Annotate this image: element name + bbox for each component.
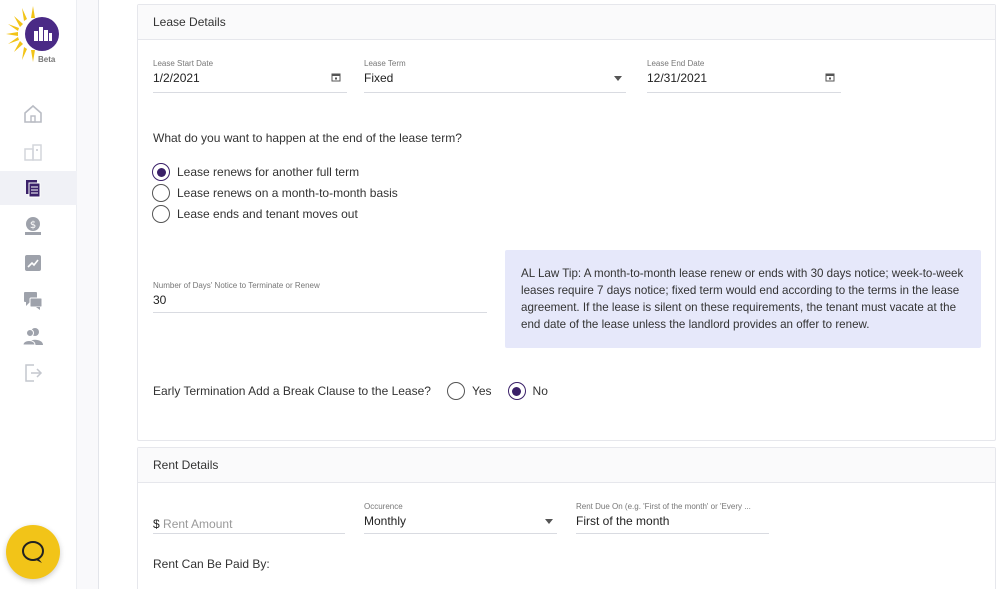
currency-symbol: $ xyxy=(153,517,160,531)
radio-option-month-to-month[interactable]: Lease renews on a month-to-month basis xyxy=(152,184,398,202)
logout-icon xyxy=(25,364,43,382)
sidebar-item-reports[interactable] xyxy=(0,246,77,280)
radio-label: Lease renews for another full term xyxy=(177,165,360,179)
rent-amount-field: $ Rent Amount xyxy=(153,517,232,531)
sidebar: Beta $ xyxy=(0,0,77,589)
radio-button[interactable] xyxy=(507,382,526,400)
radio-option-ends[interactable]: Lease ends and tenant moves out xyxy=(152,205,358,223)
home-icon xyxy=(24,104,42,123)
reports-icon xyxy=(25,255,41,271)
lease-details-title: Lease Details xyxy=(138,5,995,40)
svg-text:$: $ xyxy=(30,220,36,231)
lease-term-label: Lease Term xyxy=(364,59,406,68)
lease-end-date-value: 12/31/2021 xyxy=(647,71,708,85)
radio-label: Lease ends and tenant moves out xyxy=(177,207,358,221)
lease-start-date-field[interactable]: Lease Start Date 1/2/2021 xyxy=(153,59,347,93)
lease-details-card: Lease Details Lease Start Date 1/2/2021 … xyxy=(137,4,996,441)
end-of-term-question: What do you want to happen at the end of… xyxy=(153,131,462,145)
occurrence-select[interactable]: Occurence Monthly xyxy=(364,502,557,534)
chat-icon xyxy=(22,541,44,563)
radio-button[interactable] xyxy=(152,184,170,202)
lease-end-date-label: Lease End Date xyxy=(647,59,705,68)
documents-icon xyxy=(26,180,41,198)
sidebar-gutter xyxy=(77,0,99,589)
law-tip-box: AL Law Tip: A month-to-month lease renew… xyxy=(505,250,981,348)
payments-icon: $ xyxy=(25,217,41,235)
lease-end-date-field[interactable]: Lease End Date 12/31/2021 xyxy=(647,59,841,93)
rent-due-input[interactable]: Rent Due On (e.g. 'First of the month' o… xyxy=(576,502,769,534)
tenants-icon xyxy=(22,328,43,346)
lease-term-value: Fixed xyxy=(364,71,394,85)
lease-term-select[interactable]: Lease Term Fixed xyxy=(364,59,626,93)
sidebar-item-home[interactable] xyxy=(0,97,77,131)
notice-days-value: 30 xyxy=(153,293,167,307)
beta-badge: Beta xyxy=(38,55,56,64)
radio-button[interactable] xyxy=(152,205,170,223)
early-termination-label: Early Termination Add a Break Clause to … xyxy=(153,384,431,398)
paid-by-label: Rent Can Be Paid By: xyxy=(153,557,270,571)
early-termination-no[interactable]: No xyxy=(507,382,548,400)
radio-label: No xyxy=(532,384,548,398)
rent-details-card: Rent Details $ Rent Amount Occurence Mon… xyxy=(137,447,996,589)
occurrence-value: Monthly xyxy=(364,514,407,528)
chevron-down-icon xyxy=(614,76,622,81)
chevron-down-icon xyxy=(545,519,553,524)
radio-button[interactable] xyxy=(446,382,465,400)
lease-start-date-value: 1/2/2021 xyxy=(153,71,200,85)
chat-button[interactable] xyxy=(6,525,60,579)
lease-start-date-label: Lease Start Date xyxy=(153,59,214,68)
sidebar-item-logout[interactable] xyxy=(0,356,77,390)
radio-option-full-term[interactable]: Lease renews for another full term xyxy=(152,163,359,181)
notice-days-label: Number of Days' Notice to Terminate or R… xyxy=(153,281,320,290)
early-termination-row: Early Termination Add a Break Clause to … xyxy=(153,382,548,400)
rent-amount-placeholder: Rent Amount xyxy=(163,517,233,531)
early-termination-yes[interactable]: Yes xyxy=(446,382,492,400)
calendar-icon[interactable] xyxy=(825,72,835,82)
rent-amount-input[interactable]: $ Rent Amount xyxy=(153,500,345,534)
sidebar-item-properties[interactable] xyxy=(0,135,77,169)
sidebar-item-documents[interactable] xyxy=(0,171,77,205)
notice-days-input[interactable]: Number of Days' Notice to Terminate or R… xyxy=(153,281,487,313)
sidebar-item-tenants[interactable] xyxy=(0,319,77,353)
calendar-icon[interactable] xyxy=(331,72,341,82)
radio-label: Lease renews on a month-to-month basis xyxy=(177,186,398,200)
messages-icon xyxy=(24,292,43,310)
sidebar-item-payments[interactable]: $ xyxy=(0,209,77,243)
occurrence-label: Occurence xyxy=(364,502,403,511)
sidebar-item-messages[interactable] xyxy=(0,283,77,317)
rent-due-label: Rent Due On (e.g. 'First of the month' o… xyxy=(576,502,751,511)
rent-details-title: Rent Details xyxy=(138,448,995,483)
radio-label: Yes xyxy=(471,384,492,398)
rent-due-value: First of the month xyxy=(576,514,670,528)
radio-button[interactable] xyxy=(152,163,170,181)
properties-icon xyxy=(24,144,42,161)
